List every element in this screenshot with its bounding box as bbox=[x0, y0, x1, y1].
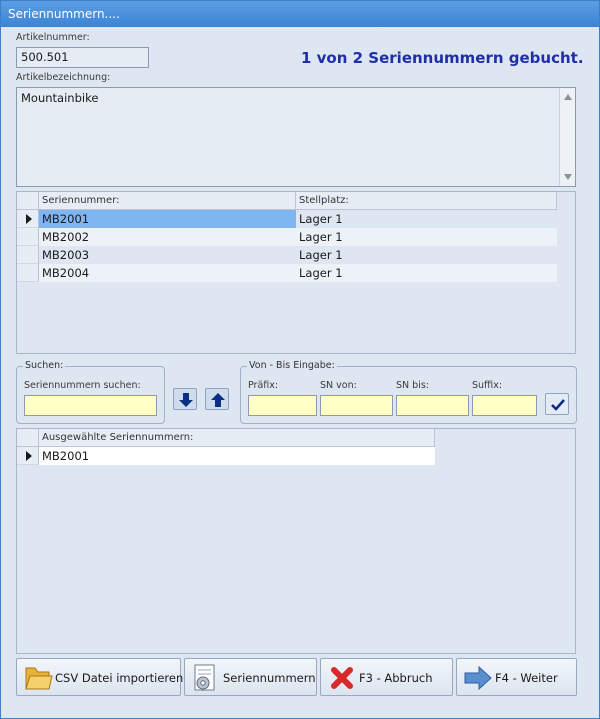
article-description-label: Artikelbezeichnung: bbox=[16, 72, 111, 83]
serial-cell[interactable]: MB2003 bbox=[39, 246, 296, 264]
current-row-icon bbox=[26, 214, 32, 224]
article-description-field[interactable]: Mountainbike bbox=[16, 87, 576, 187]
search-field-label: Seriennummern suchen: bbox=[24, 380, 141, 391]
serial-search-input[interactable] bbox=[24, 395, 157, 416]
serial-to-input[interactable] bbox=[396, 395, 469, 416]
booking-status-message: 1 von 2 Seriennummern gebucht. bbox=[301, 49, 584, 67]
table-row[interactable]: MB2004 Lager 1 bbox=[17, 264, 557, 282]
serial-number-dialog: Seriennummern.... Artikelnummer: 500.501… bbox=[0, 0, 600, 719]
row-selector[interactable] bbox=[17, 264, 39, 282]
document-gear-icon bbox=[194, 664, 215, 691]
table-row[interactable]: MB2003 Lager 1 bbox=[17, 246, 557, 264]
serial-to-label: SN bis: bbox=[396, 380, 429, 391]
serial-number-grid: Seriennummer: Stellplatz: MB2001 Lager 1… bbox=[16, 191, 576, 354]
table-row[interactable]: MB2001 Lager 1 bbox=[17, 210, 557, 228]
folder-icon bbox=[25, 667, 53, 690]
range-input-group: Von - Bis Eingabe: Präfix: SN von: SN bi… bbox=[240, 360, 577, 424]
arrow-down-icon bbox=[179, 393, 193, 407]
article-number-label: Artikelnummer: bbox=[16, 32, 90, 43]
table-row[interactable]: MB2002 Lager 1 bbox=[17, 228, 557, 246]
table-row[interactable]: MB2001 bbox=[17, 447, 435, 465]
cancel-button[interactable]: F3 - Abbruch bbox=[320, 658, 453, 696]
serial-from-input[interactable] bbox=[320, 395, 393, 416]
arrow-right-icon bbox=[464, 665, 492, 691]
search-group-label: Suchen: bbox=[23, 360, 66, 371]
serial-cell[interactable]: MB2004 bbox=[39, 264, 296, 282]
serial-cell[interactable]: MB2001 bbox=[39, 210, 296, 228]
grid-corner bbox=[17, 192, 39, 210]
cancel-label: F3 - Abbruch bbox=[359, 671, 433, 685]
row-selector[interactable] bbox=[17, 228, 39, 246]
suffix-label: Suffix: bbox=[472, 380, 503, 391]
column-header-serial[interactable]: Seriennummer: bbox=[39, 192, 296, 210]
arrow-up-icon bbox=[211, 393, 225, 407]
move-down-button[interactable] bbox=[173, 388, 197, 410]
selected-serials-grid: Ausgewählte Seriennummern: MB2001 bbox=[16, 428, 576, 654]
import-csv-button[interactable]: CSV Datei importieren bbox=[16, 658, 184, 696]
location-cell[interactable]: Lager 1 bbox=[296, 246, 557, 264]
import-csv-label: CSV Datei importieren bbox=[55, 671, 184, 685]
location-cell[interactable]: Lager 1 bbox=[296, 228, 557, 246]
serial-cell[interactable]: MB2002 bbox=[39, 228, 296, 246]
prefix-label: Präfix: bbox=[248, 380, 279, 391]
serial-numbers-button[interactable]: Seriennummern bbox=[184, 658, 317, 696]
apply-range-button[interactable] bbox=[545, 393, 569, 415]
prefix-input[interactable] bbox=[248, 395, 317, 416]
scroll-down-icon[interactable] bbox=[564, 174, 572, 180]
column-header-selected[interactable]: Ausgewählte Seriennummern: bbox=[39, 429, 435, 447]
move-up-button[interactable] bbox=[205, 388, 229, 410]
current-row-icon bbox=[26, 451, 32, 461]
article-description-text: Mountainbike bbox=[21, 91, 99, 105]
article-number-field[interactable]: 500.501 bbox=[16, 47, 149, 68]
range-group-label: Von - Bis Eingabe: bbox=[247, 360, 337, 371]
grid-corner bbox=[17, 429, 39, 447]
search-group: Suchen: Seriennummern suchen: bbox=[16, 360, 165, 424]
column-header-location[interactable]: Stellplatz: bbox=[296, 192, 557, 210]
serial-numbers-label: Seriennummern bbox=[223, 671, 316, 685]
next-label: F4 - Weiter bbox=[495, 671, 558, 685]
location-cell[interactable]: Lager 1 bbox=[296, 264, 557, 282]
checkmark-icon bbox=[551, 399, 565, 411]
row-selector[interactable] bbox=[17, 210, 39, 228]
close-icon bbox=[331, 667, 353, 689]
serial-from-label: SN von: bbox=[320, 380, 357, 391]
description-scrollbar[interactable] bbox=[559, 88, 575, 186]
row-selector[interactable] bbox=[17, 246, 39, 264]
next-button[interactable]: F4 - Weiter bbox=[456, 658, 577, 696]
selected-serial-cell[interactable]: MB2001 bbox=[39, 447, 435, 465]
location-cell[interactable]: Lager 1 bbox=[296, 210, 557, 228]
window-title: Seriennummern.... bbox=[1, 1, 599, 27]
scroll-up-icon[interactable] bbox=[564, 94, 572, 100]
row-selector[interactable] bbox=[17, 447, 39, 465]
suffix-input[interactable] bbox=[472, 395, 537, 416]
